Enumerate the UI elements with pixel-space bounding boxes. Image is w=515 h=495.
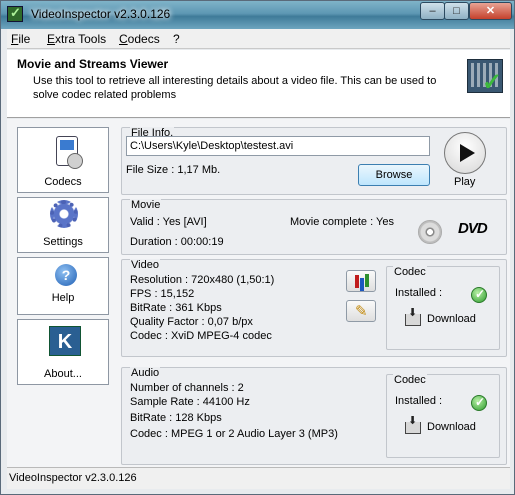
play-label: Play	[454, 176, 476, 188]
check-icon	[471, 287, 487, 303]
menu-codecs-label: odecs	[127, 32, 160, 46]
video-codec-box: Codec Installed : Download	[386, 266, 500, 350]
movie-title: Movie	[130, 199, 162, 211]
audio-codec: Codec : MPEG 1 or 2 Audio Layer 3 (MP3)	[130, 428, 338, 440]
menu-extra-tools-accel: E	[47, 32, 56, 46]
help-icon: ?	[55, 264, 77, 286]
disc-icon	[418, 220, 442, 244]
minimize-button[interactable]: –	[420, 2, 445, 20]
status-bar: VideoInspector v2.3.0.126	[7, 467, 510, 489]
audio-group: Audio Number of channels : 2 Sample Rate…	[121, 367, 507, 465]
about-icon: K	[49, 326, 81, 356]
client-area: Codecs Settings ? Help K About... File I…	[7, 119, 510, 467]
play-button[interactable]	[444, 132, 486, 174]
installed-label: Installed :	[395, 395, 443, 407]
audio-channels: Number of channels : 2	[130, 382, 244, 394]
window-title: VideoInspector v2.3.0.126	[31, 7, 171, 21]
download-icon	[405, 414, 421, 434]
sidebar-item-label: Codecs	[44, 176, 82, 188]
check-icon	[471, 395, 487, 411]
menu-file-label: ile	[18, 32, 31, 46]
header-title: Movie and Streams Viewer	[17, 57, 169, 71]
codec-box-title: Codec	[393, 374, 427, 386]
movie-group: Movie Valid : Yes [AVI] Movie complete :…	[121, 199, 507, 255]
menu-file[interactable]: File	[11, 32, 30, 46]
download-button[interactable]: Download	[405, 414, 483, 439]
file-info-group: File Info. File Size : 1,17 Mb. Browse P…	[121, 127, 507, 195]
sidebar-item-label: Help	[51, 292, 75, 304]
menu-help-label: ?	[173, 32, 180, 46]
movie-duration: Duration : 00:00:19	[130, 236, 224, 248]
sidebar-item-help[interactable]: ? Help	[17, 257, 109, 315]
video-codec: Codec : XviD MPEG-4 codec	[130, 330, 272, 342]
menu-codecs[interactable]: Codecs	[119, 32, 160, 46]
download-button[interactable]: Download	[405, 306, 483, 331]
installed-label: Installed :	[395, 287, 443, 299]
video-resolution: Resolution : 720x480 (1,50:1)	[130, 274, 275, 286]
menu-codecs-accel: C	[119, 32, 128, 46]
audio-codec-box: Codec Installed : Download	[386, 374, 500, 458]
audio-bitrate: BitRate : 128 Kbps	[130, 412, 222, 424]
video-quality: Quality Factor : 0,07 b/px	[130, 316, 253, 328]
video-fps: FPS : 15,152	[130, 288, 195, 300]
app-icon	[7, 5, 23, 22]
close-button[interactable]: ✕	[469, 2, 512, 20]
menu-bar: File Extra Tools Codecs ?	[7, 29, 510, 49]
sidebar-item-label: Settings	[43, 236, 83, 248]
status-text: VideoInspector v2.3.0.126	[9, 472, 137, 484]
sidebar-item-codecs[interactable]: Codecs	[17, 127, 109, 193]
tool-header: Movie and Streams Viewer Use this tool t…	[7, 50, 510, 118]
download-icon	[405, 306, 421, 326]
dvd-logo-icon: DVD	[458, 220, 488, 237]
codec-box-title: Codec	[393, 266, 427, 278]
audio-title: Audio	[130, 367, 161, 379]
edit-icon[interactable]	[346, 300, 376, 322]
sidebar-item-about[interactable]: K About...	[17, 319, 109, 385]
file-size: File Size : 1,17 Mb.	[126, 164, 221, 176]
sidebar-item-label: About...	[44, 368, 82, 380]
menu-help[interactable]: ?	[173, 32, 180, 46]
film-check-icon	[467, 59, 503, 97]
movie-complete: Movie complete : Yes	[290, 216, 394, 228]
movie-valid: Valid : Yes [AVI]	[130, 216, 207, 228]
browse-button[interactable]: Browse	[358, 164, 430, 186]
chart-icon[interactable]	[346, 270, 376, 292]
download-label: Download	[427, 313, 476, 325]
menu-extra-tools[interactable]: Extra Tools	[47, 32, 106, 46]
gear-icon	[50, 200, 78, 228]
codecs-icon	[56, 136, 83, 169]
title-bar[interactable]: VideoInspector v2.3.0.126 – □ ✕	[1, 1, 514, 29]
audio-sample-rate: Sample Rate : 44100 Hz	[130, 396, 250, 408]
maximize-button[interactable]: □	[444, 2, 469, 20]
sidebar-item-settings[interactable]: Settings	[17, 197, 109, 253]
file-path-input[interactable]	[126, 136, 430, 156]
menu-extra-tools-label: xtra Tools	[55, 32, 107, 46]
main-window: VideoInspector v2.3.0.126 – □ ✕ File Ext…	[0, 0, 515, 495]
header-description: Use this tool to retrieve all interestin…	[33, 75, 437, 101]
video-bitrate: BitRate : 361 Kbps	[130, 302, 222, 314]
video-title: Video	[130, 259, 160, 271]
download-label: Download	[427, 421, 476, 433]
video-group: Video Resolution : 720x480 (1,50:1) FPS …	[121, 259, 507, 357]
